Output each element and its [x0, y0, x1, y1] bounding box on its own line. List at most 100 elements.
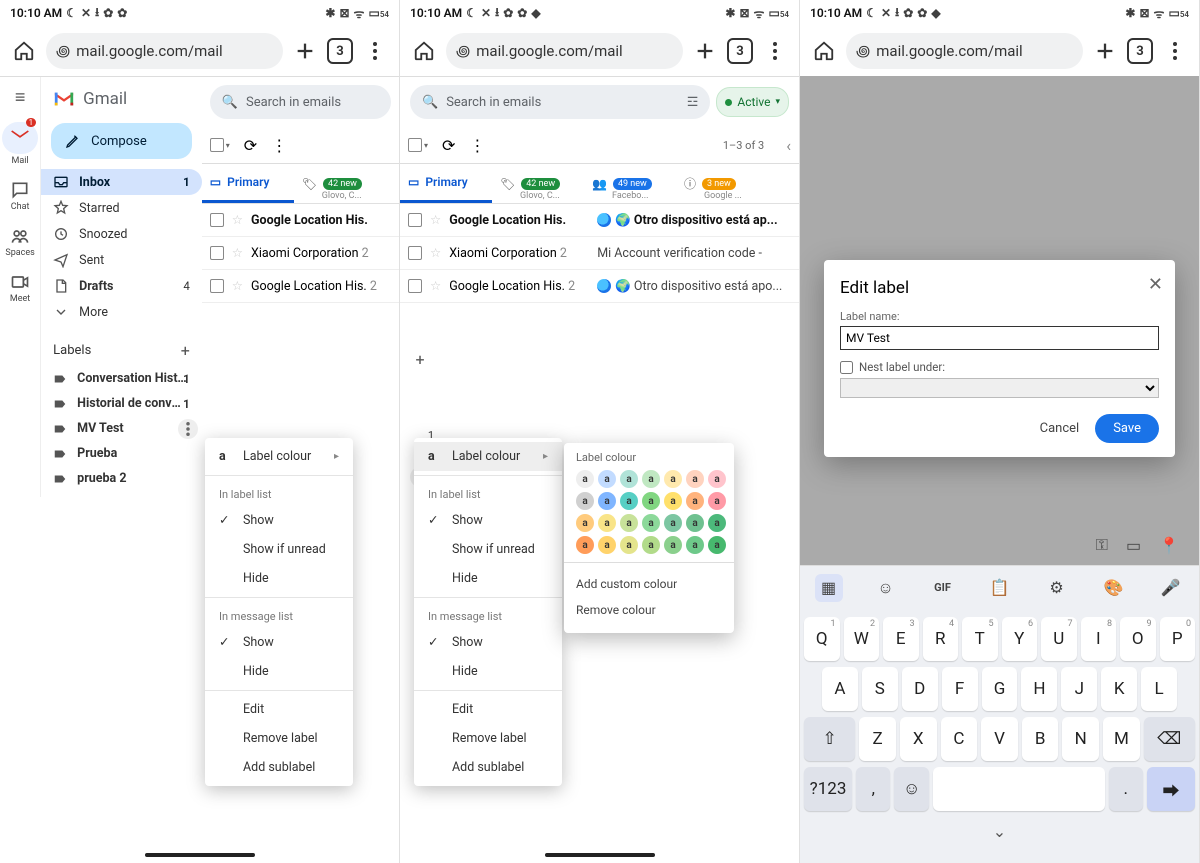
tab-updates[interactable]: ⓘ3 newGoogle ... [676, 164, 744, 203]
cancel-button[interactable]: Cancel [1040, 421, 1080, 436]
label-context-menu[interactable]: aLabel colour▸ In label list ✓Show Show … [414, 438, 562, 786]
menu-edit[interactable]: Edit [205, 695, 353, 724]
colour-swatch[interactable]: a [576, 492, 594, 510]
colour-swatch[interactable]: a [598, 536, 616, 554]
home-icon[interactable] [808, 35, 840, 67]
nest-parent-select[interactable] [840, 378, 1159, 398]
password-icon[interactable]: ⚿ [1096, 535, 1108, 555]
tab-primary[interactable]: ▭Primary [202, 164, 294, 203]
label-context-menu[interactable]: aLabel colour▸ In label list ✓Show Show … [205, 438, 353, 786]
refresh-icon[interactable]: ⟳ [244, 136, 257, 155]
key-B[interactable]: B [1022, 717, 1059, 761]
comma-key[interactable]: , [856, 767, 890, 811]
key-Q[interactable]: Q1 [804, 617, 840, 661]
email-row[interactable]: ☆Google Location His.🌍 Otro dispositivo … [400, 204, 799, 237]
key-I[interactable]: I8 [1081, 617, 1117, 661]
url-bar[interactable]: ꩜mail.google.com/mail [846, 33, 1083, 69]
kb-grid-icon[interactable]: ▦ [815, 574, 843, 602]
period-key[interactable]: . [1109, 767, 1143, 811]
on-screen-keyboard[interactable]: Q1W2E3R4T5Y6U7I8O9P0 ASDFGHJKL ⇧ ZXCVBNM… [800, 609, 1199, 863]
browser-menu-icon[interactable] [759, 35, 791, 67]
prev-page-icon[interactable]: ‹ [786, 136, 791, 155]
emoji-key[interactable]: ☺ [894, 767, 928, 811]
colour-swatch[interactable]: a [708, 470, 726, 488]
colour-swatch[interactable]: a [708, 514, 726, 532]
more-icon[interactable]: ⋮ [469, 136, 485, 155]
colour-swatch[interactable]: a [686, 470, 704, 488]
select-all-checkbox[interactable]: ▾ [408, 138, 428, 152]
kb-settings-icon[interactable]: ⚙ [1043, 574, 1071, 602]
colour-popover[interactable]: Label colour aaaaaaaaaaaaaaaaaaaaaaaaaaa… [564, 443, 734, 633]
new-tab-icon[interactable] [689, 35, 721, 67]
kb-theme-icon[interactable]: 🎨 [1100, 574, 1128, 602]
kb-gif-icon[interactable]: GIF [929, 574, 957, 602]
status-active-chip[interactable]: Active▾ [716, 87, 789, 117]
add-label-icon[interactable]: + [181, 341, 190, 360]
search-options-icon[interactable]: ☲ [687, 95, 699, 110]
email-row[interactable]: ☆Google Location His. 2 [202, 270, 399, 303]
browser-menu-icon[interactable] [359, 35, 391, 67]
search-input[interactable]: 🔍Search in emails [210, 85, 391, 119]
enter-key[interactable]: ⮕ [1147, 767, 1195, 811]
sidebar-item-more[interactable]: More [41, 299, 202, 325]
space-key[interactable] [933, 767, 1105, 811]
sidebar-item-drafts[interactable]: Drafts4 [41, 273, 202, 299]
shift-key[interactable]: ⇧ [804, 717, 855, 761]
colour-swatch[interactable]: a [708, 492, 726, 510]
kb-sticker-icon[interactable]: ☺ [872, 574, 900, 602]
colour-swatch[interactable]: a [664, 536, 682, 554]
key-N[interactable]: N [1062, 717, 1099, 761]
menu-show-if-unread[interactable]: Show if unread [205, 535, 353, 564]
select-all-checkbox[interactable]: ▾ [210, 138, 230, 152]
tab-count[interactable]: 3 [327, 38, 353, 64]
colour-swatch[interactable]: a [598, 514, 616, 532]
new-tab-icon[interactable] [289, 35, 321, 67]
menu-hide-msg[interactable]: Hide [205, 657, 353, 686]
label-name-input[interactable] [840, 326, 1159, 350]
label-item[interactable]: Prueba [41, 441, 202, 466]
tab-primary[interactable]: ▭Primary [400, 164, 492, 203]
key-P[interactable]: P0 [1160, 617, 1196, 661]
email-row[interactable]: ☆Google Location His. [202, 204, 399, 237]
colour-swatch[interactable]: a [620, 514, 638, 532]
colour-swatch[interactable]: a [620, 536, 638, 554]
label-item[interactable]: Conversation History1 [41, 366, 202, 391]
key-F[interactable]: F [942, 667, 978, 711]
kb-mic-icon[interactable]: 🎤 [1157, 574, 1185, 602]
key-K[interactable]: K [1101, 667, 1137, 711]
key-L[interactable]: L [1141, 667, 1177, 711]
url-bar[interactable]: ꩜mail.google.com/mail [446, 33, 683, 69]
colour-swatch[interactable]: a [576, 514, 594, 532]
colour-swatch[interactable]: a [642, 536, 660, 554]
menu-hide[interactable]: Hide [205, 564, 353, 593]
email-row[interactable]: ☆Xiaomi Corporation 2 [202, 237, 399, 270]
email-row[interactable]: ☆Google Location His. 2🌍 Otro dispositiv… [400, 270, 799, 303]
label-options-icon[interactable] [178, 419, 198, 439]
colour-swatch[interactable]: a [576, 470, 594, 488]
key-C[interactable]: C [941, 717, 978, 761]
search-input[interactable]: 🔍Search in emails☲ [410, 85, 710, 119]
sidebar-item-snoozed[interactable]: Snoozed [41, 221, 202, 247]
menu-label-colour[interactable]: aLabel colour▸ [205, 442, 353, 471]
key-Z[interactable]: Z [859, 717, 896, 761]
sidebar-item-inbox[interactable]: Inbox1 [41, 169, 202, 195]
remove-colour[interactable]: Remove colour [576, 597, 722, 623]
tab-promotions[interactable]: 🏷42 newGlovo, C... [492, 164, 584, 203]
key-Y[interactable]: Y6 [1002, 617, 1038, 661]
colour-swatch[interactable]: a [598, 470, 616, 488]
colour-swatch[interactable]: a [664, 470, 682, 488]
more-icon[interactable]: ⋮ [271, 136, 287, 155]
colour-swatch[interactable]: a [708, 536, 726, 554]
label-item-mvtest[interactable]: MV Test [41, 416, 202, 441]
home-icon[interactable] [408, 35, 440, 67]
rail-spaces[interactable]: Spaces [5, 226, 34, 258]
label-item[interactable]: prueba 2 [41, 466, 202, 491]
email-row[interactable]: ☆Xiaomi Corporation 2Mi Account verifica… [400, 237, 799, 270]
kb-clipboard-icon[interactable]: 📋 [986, 574, 1014, 602]
key-D[interactable]: D [902, 667, 938, 711]
key-M[interactable]: M [1103, 717, 1140, 761]
rail-meet[interactable]: Meet [10, 272, 30, 304]
colour-swatch[interactable]: a [686, 492, 704, 510]
new-tab-icon[interactable] [1089, 35, 1121, 67]
tab-promotions[interactable]: 🏷42 newGlovo, C... [294, 164, 370, 203]
